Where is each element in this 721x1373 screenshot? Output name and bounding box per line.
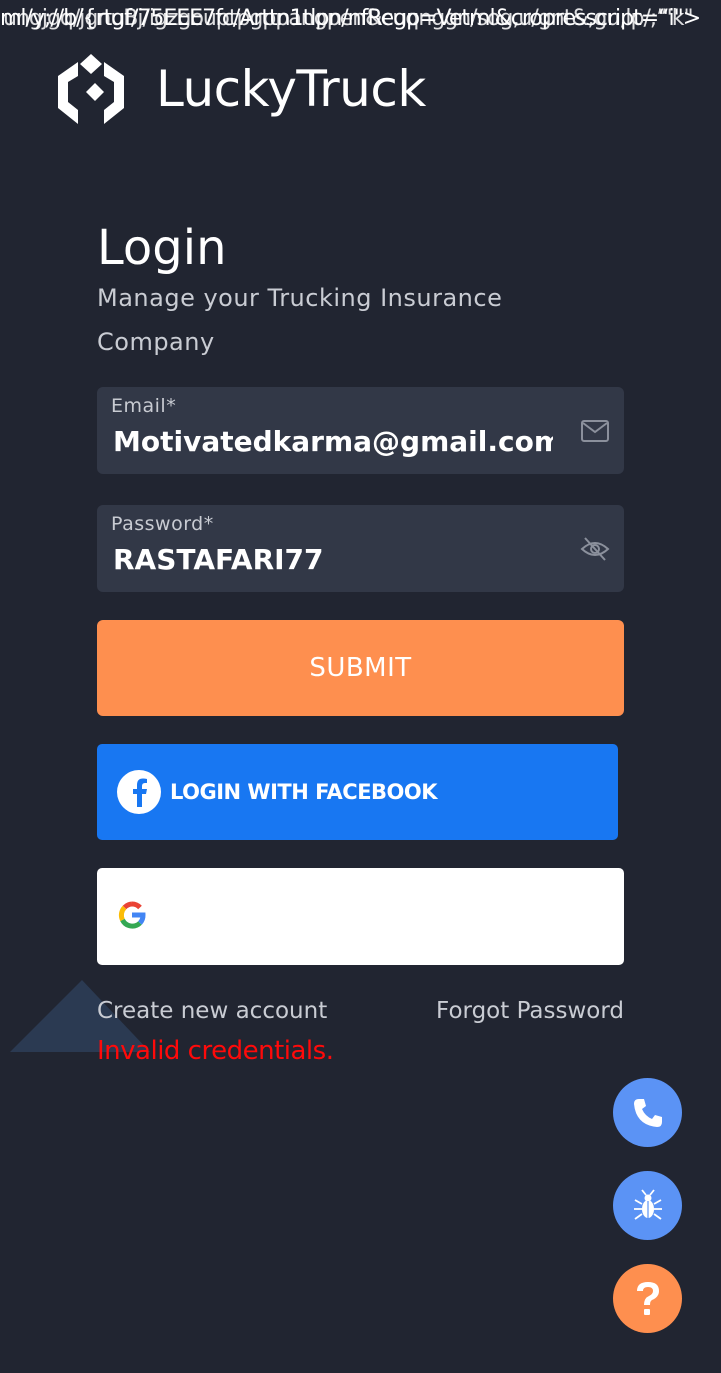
call-button[interactable] bbox=[613, 1078, 682, 1147]
help-button[interactable] bbox=[613, 1264, 682, 1333]
logo-icon bbox=[58, 54, 124, 124]
report-bug-button[interactable] bbox=[613, 1171, 682, 1240]
eye-off-icon[interactable] bbox=[580, 535, 610, 563]
brand-name: LuckyTruck bbox=[156, 60, 426, 118]
password-label: Password* bbox=[111, 513, 214, 535]
google-login-button[interactable] bbox=[97, 868, 624, 965]
stray-code-text: ml/y;//b/{rtgf/75EEE7fc/Arttn1tlpn/nfReg… bbox=[0, 2, 721, 38]
email-field[interactable]: Email* bbox=[97, 387, 624, 474]
email-input[interactable] bbox=[113, 421, 553, 461]
mail-icon bbox=[581, 420, 609, 442]
facebook-login-button[interactable]: LOGIN WITH FACEBOOK bbox=[97, 744, 618, 840]
facebook-button-label: LOGIN WITH FACEBOOK bbox=[170, 780, 438, 804]
create-account-link[interactable]: Create new account bbox=[97, 998, 327, 1024]
page-title: Login bbox=[97, 220, 227, 276]
question-icon bbox=[636, 1281, 659, 1315]
page-subtitle: Manage your Trucking Insurance Company bbox=[97, 284, 503, 356]
bug-icon bbox=[633, 1188, 662, 1220]
google-icon bbox=[118, 901, 146, 929]
password-field[interactable]: Password* bbox=[97, 505, 624, 592]
stray-text-line-2: ungjgq/jgnuBj/igzgouptpgppangpen&cuqnggn… bbox=[3, 6, 694, 31]
error-message: Invalid credentials. bbox=[97, 1036, 334, 1066]
submit-button[interactable]: SUBMIT bbox=[97, 620, 624, 716]
facebook-icon bbox=[117, 770, 161, 814]
phone-icon bbox=[633, 1098, 662, 1127]
email-label: Email* bbox=[111, 395, 177, 417]
forgot-password-link[interactable]: Forgot Password bbox=[436, 998, 624, 1024]
brand-logo[interactable]: LuckyTruck bbox=[52, 52, 426, 126]
password-input[interactable] bbox=[113, 539, 553, 579]
